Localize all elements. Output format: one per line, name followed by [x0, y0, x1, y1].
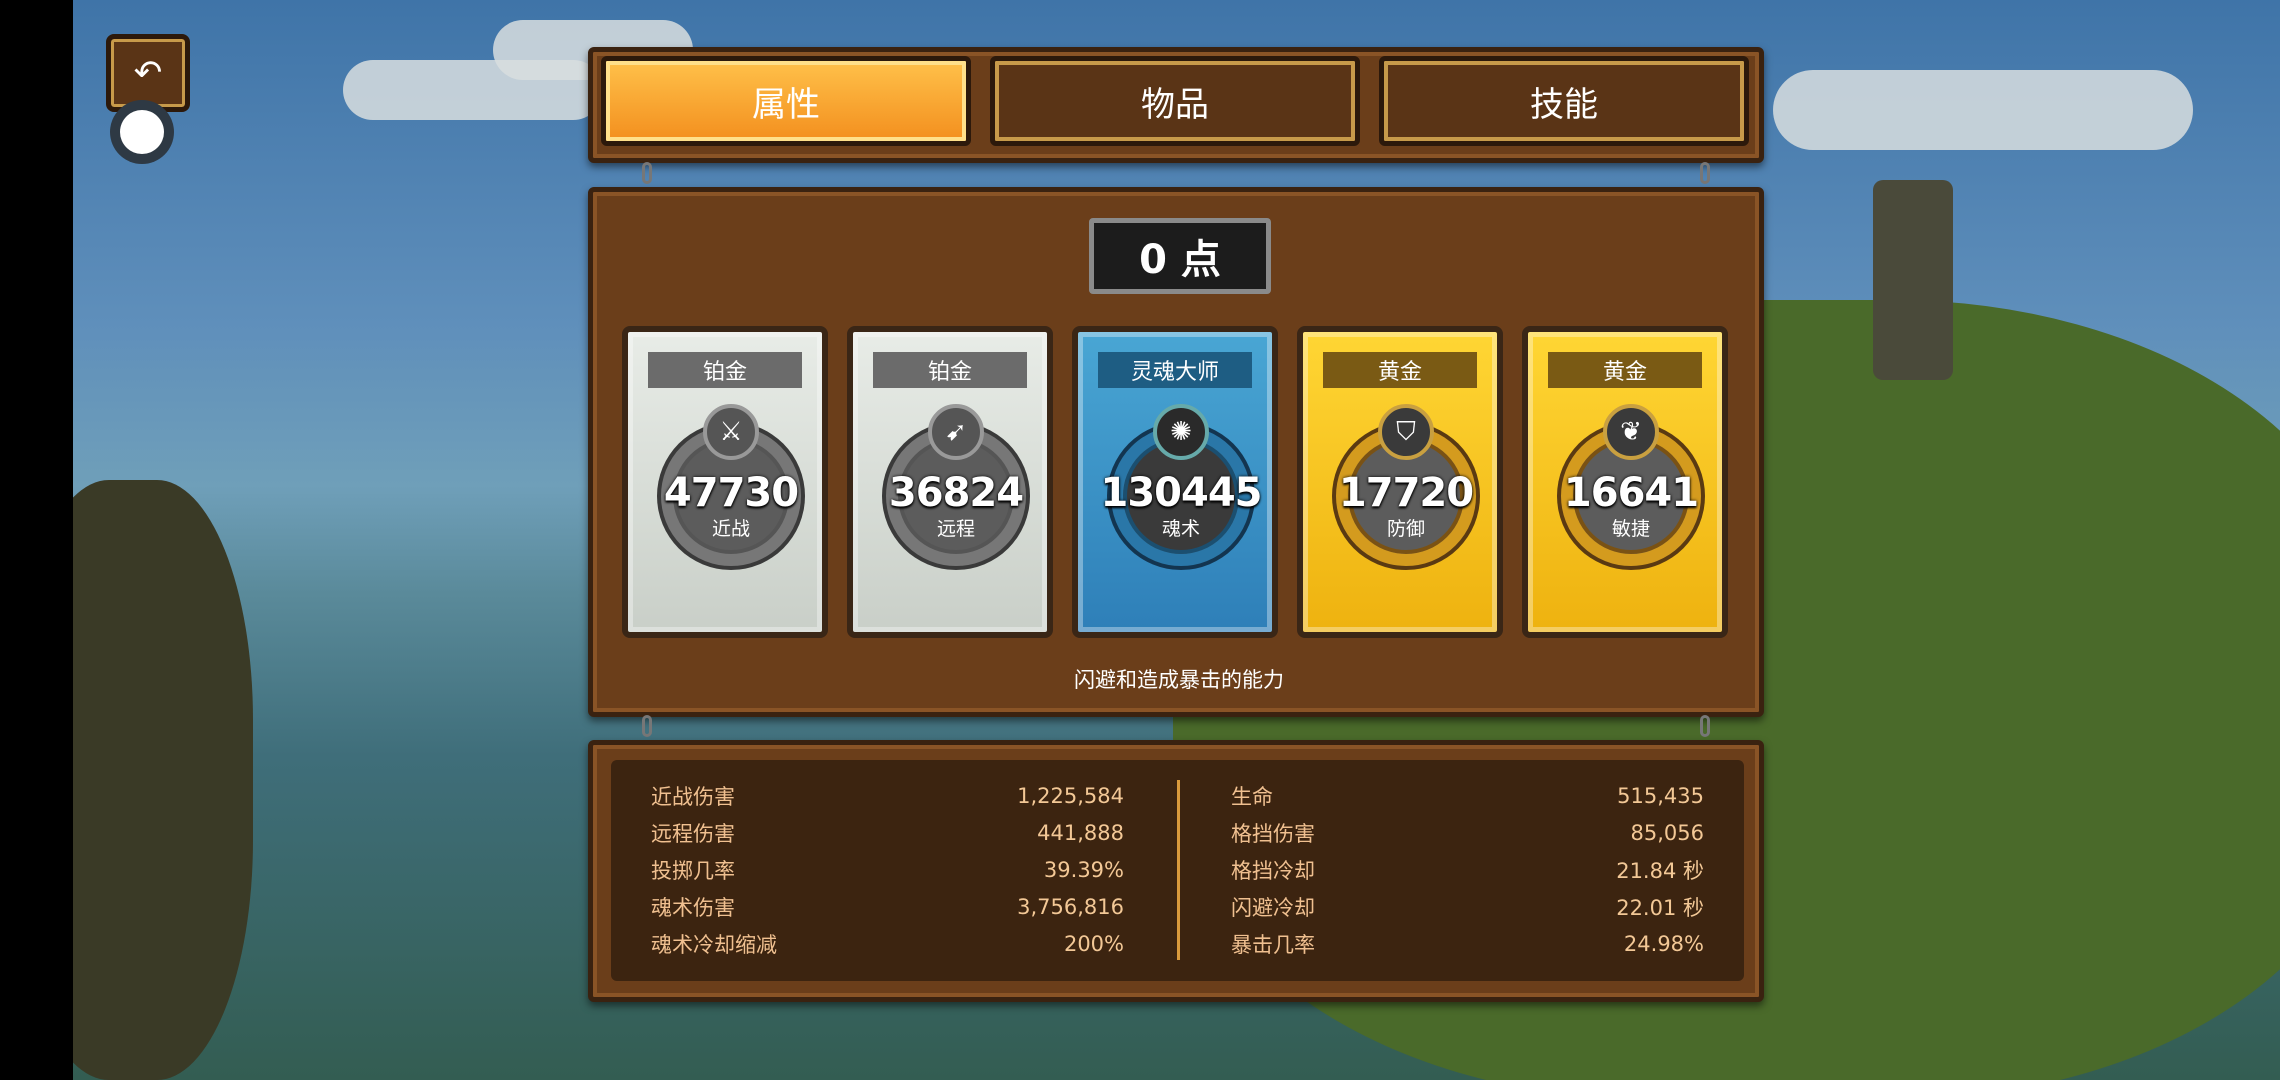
stat-value: 515,435 — [1617, 784, 1704, 808]
tower — [1873, 180, 1953, 380]
card-label: 近战 — [711, 518, 750, 540]
card-label: 远程 — [936, 518, 975, 540]
tab-attributes[interactable]: 属性 — [601, 56, 971, 146]
stat-value: 1,225,584 — [1017, 784, 1124, 808]
attribute-description: 闪避和造成暴击的能力 — [1074, 668, 1284, 692]
cliff-left — [73, 480, 253, 1080]
stat-name: 格挡伤害 — [1231, 822, 1315, 846]
chain — [642, 715, 652, 737]
stat-row: 闪避冷却 22.01 秒 — [1231, 892, 1704, 922]
stat-value: 200% — [1063, 932, 1124, 956]
stat-row: 格挡冷却 21.84 秒 — [1231, 855, 1704, 885]
card-tier: 灵魂大师 — [1098, 352, 1252, 388]
chain — [1700, 715, 1710, 737]
back-arrow-icon: ↶ — [133, 53, 163, 93]
stat-row: 生命 515,435 — [1231, 781, 1704, 811]
stat-name: 魂术伤害 — [651, 896, 735, 920]
stats-divider — [1177, 780, 1180, 960]
tab-attributes-label: 属性 — [752, 84, 820, 125]
card-value: 36824 — [888, 470, 1024, 516]
stat-value: 441,888 — [1037, 821, 1124, 845]
stat-row: 远程伤害 441,888 — [651, 818, 1124, 848]
soul-icon: ✺ — [1153, 404, 1209, 460]
stat-name: 远程伤害 — [651, 822, 735, 846]
card-ranged[interactable]: 铂金 ➹ 36824 远程 — [847, 326, 1053, 638]
bow-icon: ➹ — [928, 404, 984, 460]
stat-value: 21.84 秒 — [1616, 859, 1704, 883]
card-soul[interactable]: 灵魂大师 ✺ 130445 魂术 — [1072, 326, 1278, 638]
cloud — [1773, 70, 2193, 150]
stat-name: 投掷几率 — [651, 859, 735, 883]
wing-icon: ❦ — [1603, 404, 1659, 460]
stat-value: 39.39% — [1043, 858, 1124, 882]
stat-row: 暴击几率 24.98% — [1231, 929, 1704, 959]
stat-name: 格挡冷却 — [1231, 859, 1315, 883]
stat-name: 近战伤害 — [651, 785, 735, 809]
card-tier: 黄金 — [1323, 352, 1477, 388]
stat-name: 暴击几率 — [1231, 933, 1315, 957]
points-value: 0 点 — [1139, 237, 1221, 283]
card-tier: 黄金 — [1548, 352, 1702, 388]
card-value: 47730 — [663, 470, 799, 516]
card-value: 130445 — [1100, 470, 1263, 516]
card-label: 魂术 — [1161, 518, 1200, 540]
stat-value: 22.01 秒 — [1616, 896, 1704, 920]
stat-value: 85,056 — [1630, 821, 1704, 845]
tab-items[interactable]: 物品 — [990, 56, 1360, 146]
stat-name: 魂术冷却缩减 — [651, 933, 777, 957]
card-agility[interactable]: 黄金 ❦ 16641 敏捷 — [1522, 326, 1728, 638]
card-tier: 铂金 — [648, 352, 802, 388]
tab-skills-label: 技能 — [1530, 84, 1598, 125]
shield-icon: ⛉ — [1378, 404, 1434, 460]
card-label: 敏捷 — [1611, 518, 1650, 540]
stat-value: 24.98% — [1623, 932, 1704, 956]
chain — [642, 162, 652, 184]
left-black-bar — [0, 0, 73, 1080]
stat-value: 3,756,816 — [1017, 895, 1124, 919]
card-value: 16641 — [1563, 470, 1699, 516]
touch-indicator — [110, 100, 174, 164]
sword-icon: ⚔ — [703, 404, 759, 460]
tab-skills[interactable]: 技能 — [1379, 56, 1749, 146]
stat-row: 投掷几率 39.39% — [651, 855, 1124, 885]
card-tier: 铂金 — [873, 352, 1027, 388]
stat-row: 魂术伤害 3,756,816 — [651, 892, 1124, 922]
card-label: 防御 — [1386, 518, 1425, 540]
stat-name: 闪避冷却 — [1231, 896, 1315, 920]
tab-items-label: 物品 — [1141, 84, 1209, 125]
card-value: 17720 — [1338, 470, 1474, 516]
stat-row: 魂术冷却缩减 200% — [651, 929, 1124, 959]
chain — [1700, 162, 1710, 184]
stat-row: 格挡伤害 85,056 — [1231, 818, 1704, 848]
card-defense[interactable]: 黄金 ⛉ 17720 防御 — [1297, 326, 1503, 638]
points-display: 0 点 — [1089, 218, 1271, 294]
stat-row: 近战伤害 1,225,584 — [651, 781, 1124, 811]
stat-name: 生命 — [1231, 785, 1273, 809]
card-melee[interactable]: 铂金 ⚔ 47730 近战 — [622, 326, 828, 638]
